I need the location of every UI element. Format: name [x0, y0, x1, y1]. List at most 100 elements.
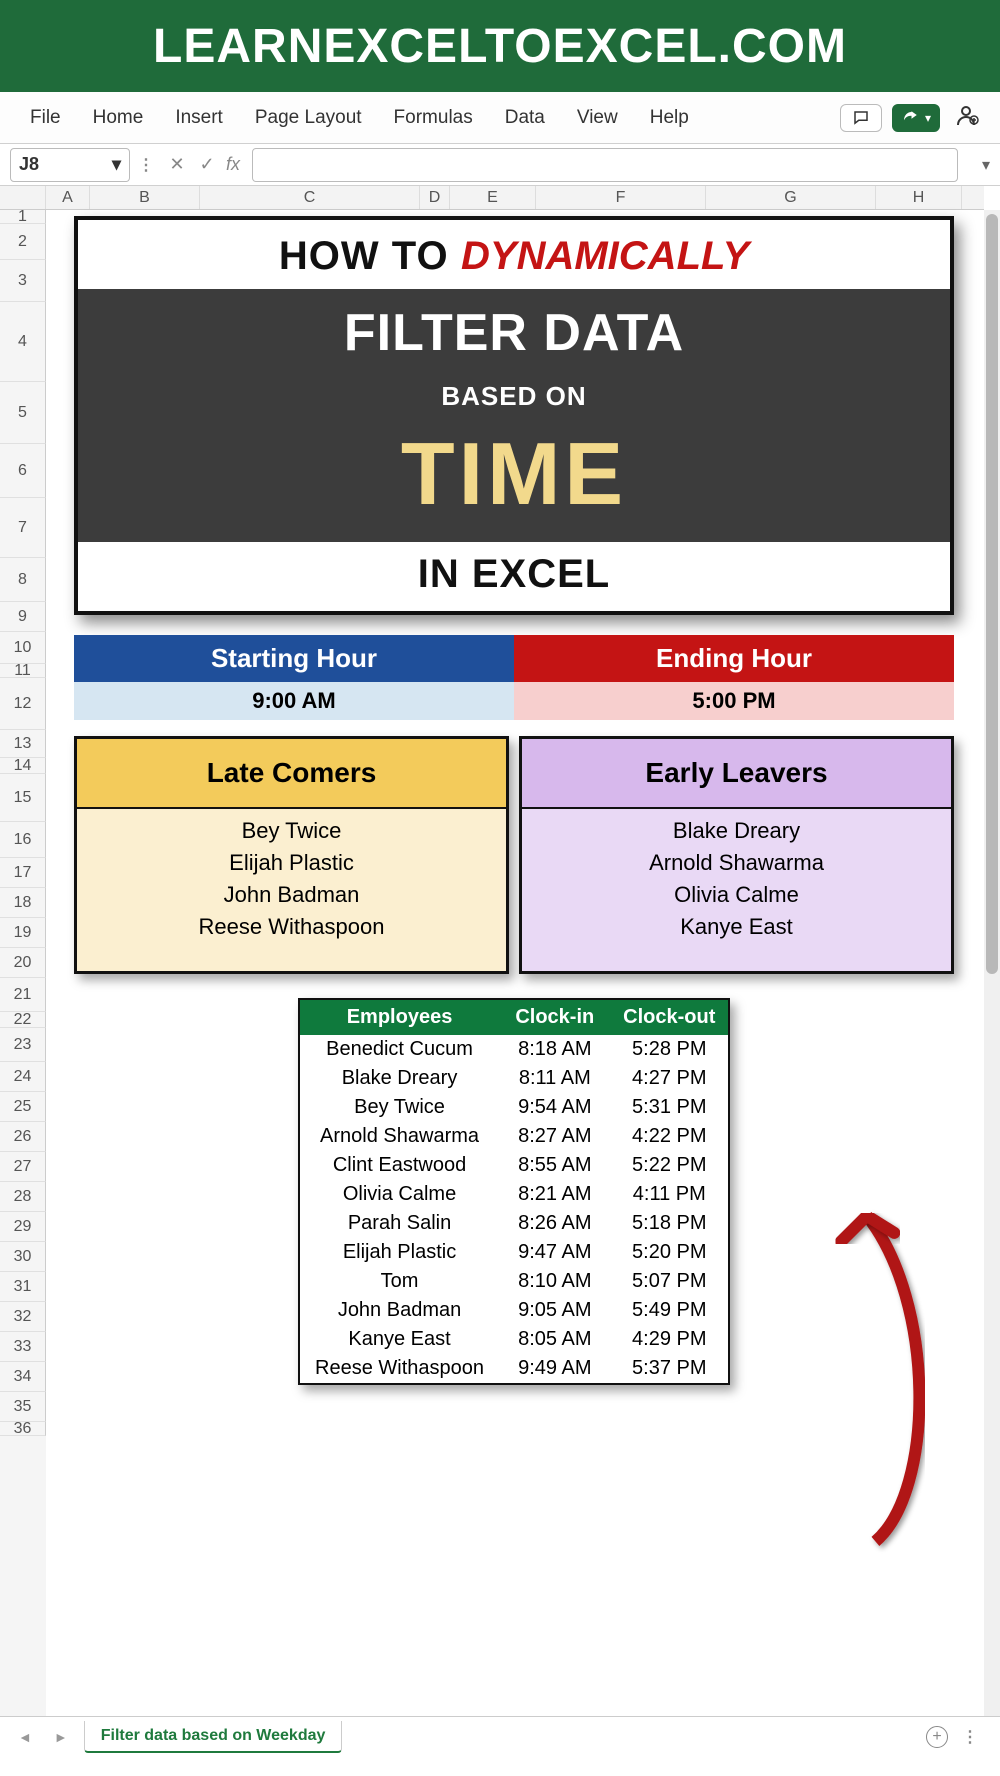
- ribbon-tab-help[interactable]: Help: [634, 101, 705, 135]
- worksheet[interactable]: ABCDEFGH 1234567891011121314151617181920…: [0, 186, 1000, 1716]
- table-row: Bey Twice9:54 AM5:31 PM: [300, 1093, 728, 1122]
- row-header-17[interactable]: 17: [0, 858, 46, 888]
- row-header-25[interactable]: 25: [0, 1092, 46, 1122]
- row-header-21[interactable]: 21: [0, 978, 46, 1012]
- name-box-value: J8: [19, 154, 39, 175]
- row-header-15[interactable]: 15: [0, 774, 46, 822]
- row-header-3[interactable]: 3: [0, 260, 46, 302]
- ribbon-tab-insert[interactable]: Insert: [159, 101, 239, 135]
- person-icon: [956, 103, 980, 127]
- row-header-4[interactable]: 4: [0, 302, 46, 382]
- cell-employee: John Badman: [300, 1299, 499, 1322]
- row-header-26[interactable]: 26: [0, 1122, 46, 1152]
- row-header-7[interactable]: 7: [0, 498, 46, 558]
- row-header-29[interactable]: 29: [0, 1212, 46, 1242]
- cell-clock-in: 8:55 AM: [499, 1154, 610, 1177]
- row-header-2[interactable]: 2: [0, 224, 46, 260]
- column-header-D[interactable]: D: [420, 186, 450, 209]
- row-header-1[interactable]: 1: [0, 210, 46, 224]
- sheet-nav-prev[interactable]: ◄: [12, 1729, 38, 1745]
- header-clock-out: Clock-out: [611, 1006, 728, 1029]
- row-header-10[interactable]: 10: [0, 632, 46, 664]
- list-item: Bey Twice: [77, 815, 506, 847]
- row-header-14[interactable]: 14: [0, 758, 46, 774]
- cell-clock-out: 4:27 PM: [611, 1067, 728, 1090]
- site-banner: LEARNEXCELTOEXCEL.COM: [0, 0, 1000, 92]
- cell-clock-out: 5:28 PM: [611, 1038, 728, 1061]
- cell-employee: Parah Salin: [300, 1212, 499, 1235]
- share-button[interactable]: ▾: [892, 104, 940, 132]
- row-header-27[interactable]: 27: [0, 1152, 46, 1182]
- ribbon-tab-home[interactable]: Home: [77, 101, 160, 135]
- ribbon: FileHomeInsertPage LayoutFormulasDataVie…: [0, 92, 1000, 144]
- cancel-formula-button[interactable]: ✕: [162, 150, 192, 180]
- vertical-scrollbar[interactable]: [984, 210, 1000, 1716]
- row-header-8[interactable]: 8: [0, 558, 46, 602]
- cell-clock-out: 5:07 PM: [611, 1270, 728, 1293]
- row-header-28[interactable]: 28: [0, 1182, 46, 1212]
- title-card: HOW TO DYNAMICALLY FILTER DATA BASED ON …: [74, 216, 954, 615]
- column-header-B[interactable]: B: [90, 186, 200, 209]
- row-header-34[interactable]: 34: [0, 1362, 46, 1392]
- header-clock-in: Clock-in: [499, 1006, 610, 1029]
- cell-clock-in: 8:10 AM: [499, 1270, 610, 1293]
- new-sheet-button[interactable]: +: [926, 1726, 948, 1748]
- account-button[interactable]: [950, 99, 986, 136]
- formula-input[interactable]: [252, 148, 958, 182]
- row-header-22[interactable]: 22: [0, 1012, 46, 1028]
- column-header-E[interactable]: E: [450, 186, 536, 209]
- row-header-18[interactable]: 18: [0, 888, 46, 918]
- table-row: Kanye East8:05 AM4:29 PM: [300, 1325, 728, 1354]
- name-box[interactable]: J8 ▾: [10, 148, 130, 182]
- column-header-F[interactable]: F: [536, 186, 706, 209]
- accept-formula-button[interactable]: ✓: [192, 150, 222, 180]
- ribbon-tab-page-layout[interactable]: Page Layout: [239, 101, 378, 135]
- formula-bar: J8 ▾ ⋮ ✕ ✓ fx ▾: [0, 144, 1000, 186]
- title-based-on: BASED ON: [78, 381, 950, 412]
- ribbon-tab-formulas[interactable]: Formulas: [378, 101, 489, 135]
- row-header-16[interactable]: 16: [0, 822, 46, 858]
- row-header-20[interactable]: 20: [0, 948, 46, 978]
- title-time: TIME: [78, 430, 950, 518]
- row-header-13[interactable]: 13: [0, 730, 46, 758]
- row-header-30[interactable]: 30: [0, 1242, 46, 1272]
- column-header-A[interactable]: A: [46, 186, 90, 209]
- chevron-down-icon: ▾: [112, 154, 121, 175]
- row-header-35[interactable]: 35: [0, 1392, 46, 1422]
- sheet-nav-next[interactable]: ►: [48, 1729, 74, 1745]
- select-all-cell[interactable]: [0, 186, 46, 209]
- row-header-19[interactable]: 19: [0, 918, 46, 948]
- sheet-tab-active[interactable]: Filter data based on Weekday: [84, 1721, 343, 1753]
- cell-clock-in: 8:27 AM: [499, 1125, 610, 1148]
- header-employees: Employees: [300, 1006, 499, 1029]
- column-header-H[interactable]: H: [876, 186, 962, 209]
- comments-button[interactable]: [840, 104, 882, 132]
- cell-clock-in: 8:21 AM: [499, 1183, 610, 1206]
- column-header-G[interactable]: G: [706, 186, 876, 209]
- cell-clock-out: 5:18 PM: [611, 1212, 728, 1235]
- sheet-menu-button[interactable]: ⋮: [962, 1727, 978, 1747]
- row-header-33[interactable]: 33: [0, 1332, 46, 1362]
- row-header-36[interactable]: 36: [0, 1422, 46, 1436]
- row-header-23[interactable]: 23: [0, 1028, 46, 1062]
- table-row: Reese Withaspoon9:49 AM5:37 PM: [300, 1354, 728, 1383]
- row-header-5[interactable]: 5: [0, 382, 46, 444]
- row-header-24[interactable]: 24: [0, 1062, 46, 1092]
- cell-clock-out: 4:11 PM: [611, 1183, 728, 1206]
- row-header-11[interactable]: 11: [0, 664, 46, 678]
- column-header-C[interactable]: C: [200, 186, 420, 209]
- row-header-12[interactable]: 12: [0, 678, 46, 730]
- cell-employee: Blake Dreary: [300, 1067, 499, 1090]
- row-header-31[interactable]: 31: [0, 1272, 46, 1302]
- ribbon-tab-data[interactable]: Data: [489, 101, 561, 135]
- list-item: Reese Withaspoon: [77, 911, 506, 943]
- ribbon-tab-view[interactable]: View: [561, 101, 634, 135]
- ribbon-tab-file[interactable]: File: [14, 101, 77, 135]
- end-hour-value: 5:00 PM: [514, 682, 954, 720]
- scrollbar-thumb[interactable]: [986, 214, 998, 974]
- row-header-32[interactable]: 32: [0, 1302, 46, 1332]
- cell-employee: Benedict Cucum: [300, 1038, 499, 1061]
- row-header-6[interactable]: 6: [0, 444, 46, 498]
- formula-expand-button[interactable]: ▾: [966, 155, 990, 175]
- row-header-9[interactable]: 9: [0, 602, 46, 632]
